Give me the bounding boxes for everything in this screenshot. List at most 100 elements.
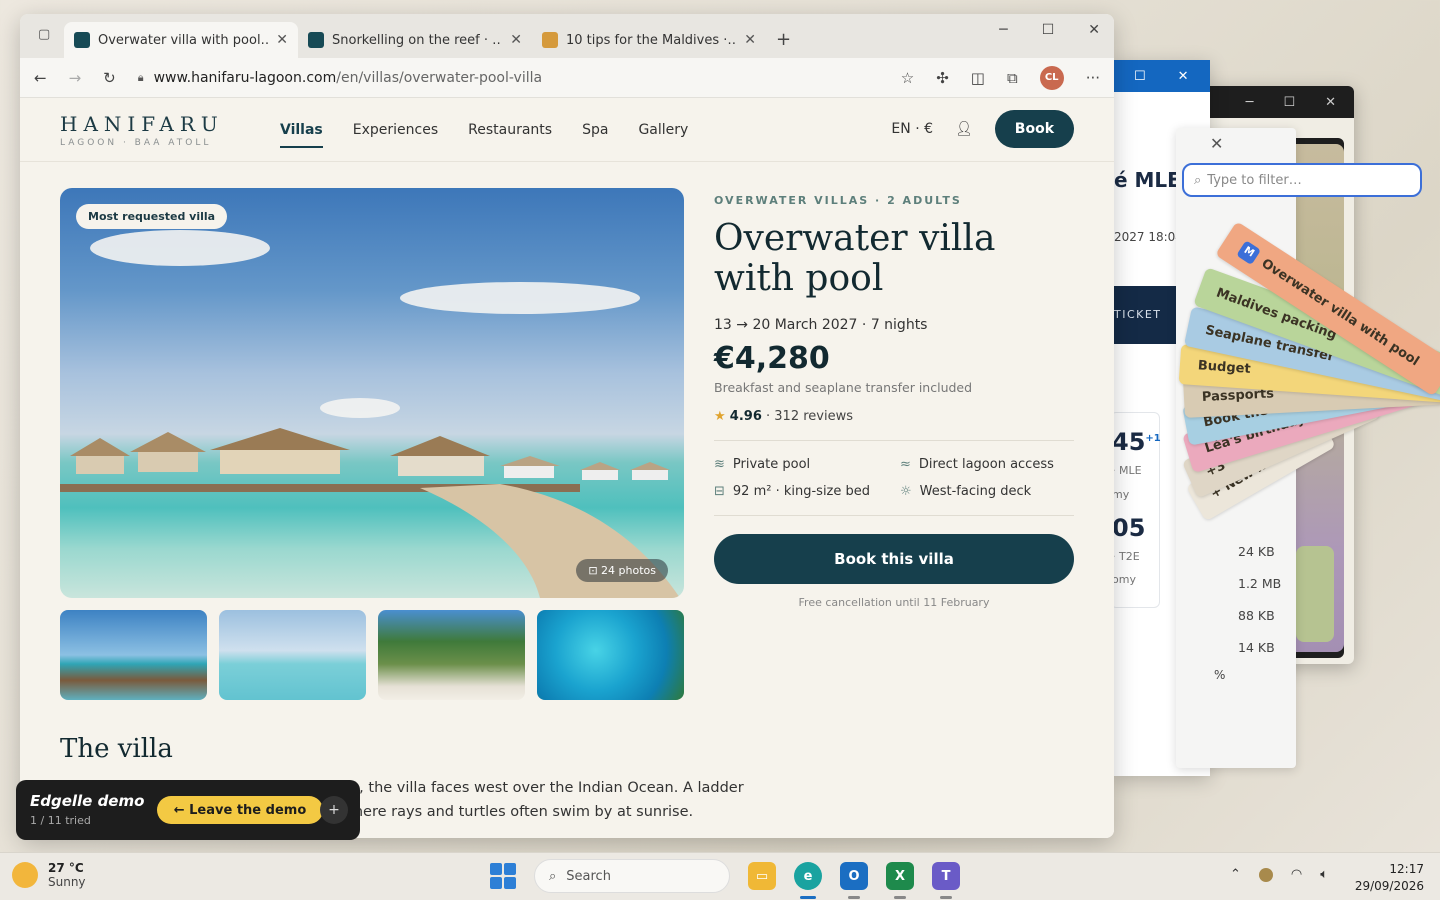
minimize-icon[interactable]: ─ (999, 22, 1007, 38)
feature-item: ≋ Private pool (714, 457, 811, 472)
site-header: HANIFARU LAGOON · BAA ATOLL Villas Exper… (20, 98, 1114, 162)
language-currency-selector[interactable]: EN · € (891, 121, 933, 137)
collections-icon[interactable]: ⧉ (1007, 69, 1018, 87)
close-icon[interactable]: ✕ (1088, 22, 1100, 38)
teams-icon[interactable]: T (932, 862, 960, 899)
review-count: · 312 reviews (766, 409, 853, 424)
weather-widget[interactable]: 27 °C Sunny (12, 861, 86, 889)
edge-browser-icon[interactable]: e (794, 862, 822, 899)
flight-code-2: · T2E (1112, 550, 1140, 563)
reload-icon[interactable]: ↻ (103, 69, 116, 87)
file-size: 14 KB (1238, 640, 1275, 655)
tab-villa[interactable]: Overwater villa with pool… ✕ (64, 22, 298, 58)
flight-class-1: my (1112, 488, 1130, 501)
extensions-icon[interactable]: ✣ (936, 69, 949, 87)
window-titlebar: ─ ☐ ✕ (1200, 86, 1354, 118)
website: HANIFARU LAGOON · BAA ATOLL Villas Exper… (20, 98, 1114, 838)
maximize-icon[interactable]: ☐ (1283, 95, 1295, 110)
close-tab-icon[interactable]: ✕ (510, 32, 522, 48)
thumbnail-villas-row[interactable] (219, 610, 366, 700)
thumbnail-aerial-reef[interactable] (537, 610, 684, 700)
gallery-icon: ⊡ (588, 564, 602, 577)
minimize-icon[interactable]: ─ (1246, 95, 1254, 110)
file-size: 1.2 MB (1238, 576, 1282, 591)
clock[interactable]: 12:17 29/09/2026 (1355, 861, 1424, 895)
percent-label: % (1214, 668, 1226, 682)
thumbnail-beach-palms[interactable] (378, 610, 525, 700)
leave-demo-button[interactable]: ← Leave the demo (157, 796, 323, 824)
feature-list: ≋ Private pool ≈ Direct lagoon access ⊟ 92 … (714, 457, 1074, 499)
tab-actions-icon[interactable]: ▢ (38, 27, 50, 42)
avatar[interactable]: CL (1039, 65, 1064, 90)
header-book-button[interactable]: Book (994, 110, 1074, 148)
start-button[interactable] (490, 863, 516, 889)
close-icon[interactable]: ✕ (1325, 95, 1336, 110)
forward-icon[interactable]: → (69, 69, 82, 87)
villa-price: €4,280 (714, 341, 830, 376)
booking-summary: OVERWATER VILLAS · 2 ADULTS Overwater vi… (714, 194, 1074, 609)
tab-maldives-tips[interactable]: 10 tips for the Maldives ·… ✕ (532, 22, 766, 58)
volume-icon[interactable]: 🔈︎ (1320, 867, 1328, 882)
maximize-icon[interactable]: ☐ (1042, 22, 1055, 38)
close-icon[interactable]: ✕ (1210, 134, 1223, 153)
site-favicon-icon (308, 32, 324, 48)
search-icon: ⌕ (1194, 172, 1202, 188)
stay-dates: 13 → 20 March 2027 · 7 nights (714, 317, 928, 333)
filter-placeholder: Type to filter… (1207, 172, 1302, 188)
search-icon: ⌕ (549, 868, 557, 884)
nav-villas[interactable]: Villas (280, 122, 323, 148)
file-explorer-icon[interactable]: ▭ (748, 862, 776, 890)
star-icon: ★ (714, 409, 726, 424)
thumbnail-villa-deck[interactable] (60, 610, 207, 700)
new-tab-button[interactable]: + (776, 29, 791, 50)
villa-description: ch, the villa faces west over the Indian… (342, 780, 744, 796)
cancellation-note: Free cancellation until 11 February (798, 596, 990, 609)
url-field[interactable]: 🔒︎ www.hanifaru-lagoon.com/en/villas/ove… (138, 62, 879, 94)
nav-spa[interactable]: Spa (582, 122, 608, 138)
nav-gallery[interactable]: Gallery (638, 122, 688, 138)
tab-snorkelling[interactable]: Snorkelling on the reef · … ✕ (298, 22, 532, 58)
waves-icon: ≈ (900, 457, 911, 472)
lock-icon: 🔒︎ (137, 70, 144, 84)
nav-restaurants[interactable]: Restaurants (468, 122, 552, 138)
nav-experiences[interactable]: Experiences (353, 122, 438, 138)
window-titlebar: ☐ ✕ (1112, 60, 1210, 92)
rating-score: 4.96 (729, 409, 762, 424)
hero-photo[interactable]: Most requested villa ⊡ 24 photos (60, 188, 684, 598)
ticket-button[interactable]: TICKET (1112, 286, 1182, 344)
demo-banner: Edgelle demo 1 / 11 tried ← Leave the de… (16, 780, 360, 840)
demo-add-button[interactable]: + (320, 796, 348, 824)
favorite-star-icon[interactable]: ☆ (901, 69, 914, 87)
time: 12:17 (1389, 862, 1424, 876)
filter-input[interactable]: ⌕ Type to filter… (1182, 163, 1422, 197)
site-favicon-icon (542, 32, 558, 48)
site-logo[interactable]: HANIFARU LAGOON · BAA ATOLL (60, 112, 280, 148)
close-icon[interactable]: ✕ (1178, 69, 1189, 84)
flight-datetime: 2027 18:04 (1114, 230, 1183, 244)
chevron-up-icon[interactable]: ⌃ (1230, 867, 1241, 882)
back-icon[interactable]: ← (34, 69, 47, 87)
split-screen-icon[interactable]: ◫ (971, 69, 985, 87)
maximize-icon[interactable]: ☐ (1134, 69, 1146, 84)
logo-subtitle: LAGOON · BAA ATOLL (60, 137, 212, 148)
close-tab-icon[interactable]: ✕ (276, 32, 288, 48)
taskbar-search[interactable]: ⌕ Search (534, 859, 730, 893)
account-icon[interactable]: 👤︎ (955, 121, 973, 137)
photo-count-button[interactable]: ⊡ 24 photos (576, 559, 668, 582)
file-panel: ✕ 24 KB 1.2 MB 88 KB 14 KB % (1176, 128, 1296, 768)
more-icon[interactable]: ··· (1086, 69, 1100, 87)
pool-icon: ≋ (714, 457, 725, 472)
search-label: Search (566, 868, 611, 884)
close-tab-icon[interactable]: ✕ (744, 32, 756, 48)
outlook-icon[interactable]: O (840, 862, 868, 899)
flight-time-2: 05 (1112, 514, 1146, 542)
taskbar: 27 °C Sunny ⌕ Search ▭ e O X T ⌃ ◠ 🔈︎ 12… (0, 852, 1440, 900)
demo-progress: 1 / 11 tried (30, 814, 91, 827)
tray-app-icon[interactable] (1258, 867, 1273, 882)
rating[interactable]: ★ 4.96 · 312 reviews (714, 409, 1074, 424)
excel-icon[interactable]: X (886, 862, 914, 899)
address-bar: ← → ↻ 🔒︎ www.hanifaru-lagoon.com/en/vill… (20, 58, 1114, 98)
wifi-icon[interactable]: ◠ (1291, 867, 1302, 882)
book-this-villa-button[interactable]: Book this villa (714, 534, 1074, 584)
demo-title: Edgelle demo (30, 792, 145, 810)
